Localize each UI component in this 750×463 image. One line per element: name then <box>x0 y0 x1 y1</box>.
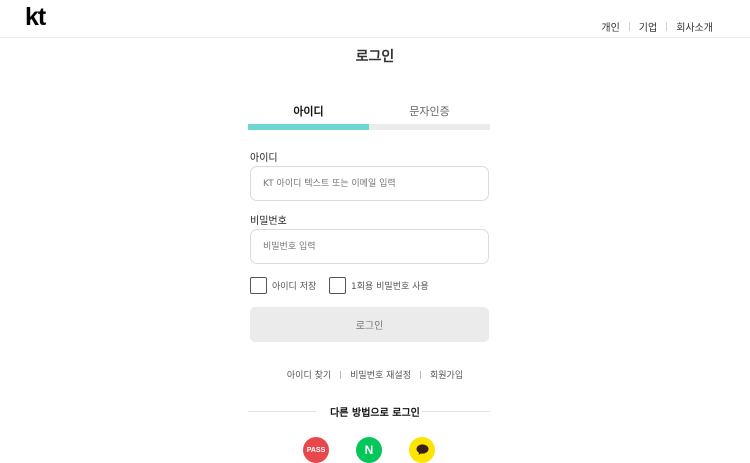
alt-login-title: 다른 방법으로 로그인 <box>330 408 420 419</box>
naver-login-button[interactable]: N <box>356 437 382 463</box>
password-field-label: 비밀번호 <box>250 216 287 227</box>
link-separator <box>419 370 421 379</box>
password-input[interactable] <box>250 229 489 264</box>
account-links: 아이디 찾기 비밀번호 재설정 회원가입 <box>0 368 750 381</box>
tab-sms-login[interactable]: 문자인증 <box>369 103 490 119</box>
save-id-label: 아이디 저장 <box>272 282 317 292</box>
otp-option[interactable]: 1회용 비밀번호 사용 <box>329 277 429 294</box>
nav-company-link[interactable]: 회사소개 <box>676 19 713 34</box>
nav-separator <box>628 22 630 31</box>
nav-business-link[interactable]: 기업 <box>639 19 657 34</box>
nav-separator <box>666 22 668 31</box>
save-id-option[interactable]: 아이디 저장 <box>250 277 316 294</box>
login-button[interactable]: 로그인 <box>250 307 489 342</box>
tab-id-login[interactable]: 아이디 <box>248 103 369 119</box>
login-tabs: 아이디 문자인증 <box>248 103 490 131</box>
top-nav: 개인 기업 회사소개 <box>601 19 713 34</box>
kakao-login-button[interactable] <box>409 437 435 463</box>
signup-link[interactable]: 회원가입 <box>430 368 463 381</box>
pass-login-button[interactable]: PASS <box>303 437 329 463</box>
link-separator <box>340 370 342 379</box>
id-input[interactable] <box>250 166 489 201</box>
tab-active-indicator <box>248 124 369 130</box>
otp-label: 1회용 비밀번호 사용 <box>351 282 429 292</box>
page-title: 로그인 <box>355 49 395 65</box>
pass-icon: PASS <box>306 446 326 454</box>
otp-checkbox[interactable] <box>329 277 346 294</box>
kakao-icon <box>416 444 428 455</box>
nav-personal-link[interactable]: 개인 <box>601 19 619 34</box>
divider-right <box>422 411 490 412</box>
id-field-label: 아이디 <box>250 153 278 164</box>
naver-icon: N <box>364 443 374 457</box>
reset-password-link[interactable]: 비밀번호 재설정 <box>350 368 411 381</box>
top-header: kt 개인 기업 회사소개 <box>0 0 750 38</box>
find-id-link[interactable]: 아이디 찾기 <box>287 368 331 381</box>
kt-logo[interactable]: kt <box>25 5 46 30</box>
save-id-checkbox[interactable] <box>250 277 267 294</box>
